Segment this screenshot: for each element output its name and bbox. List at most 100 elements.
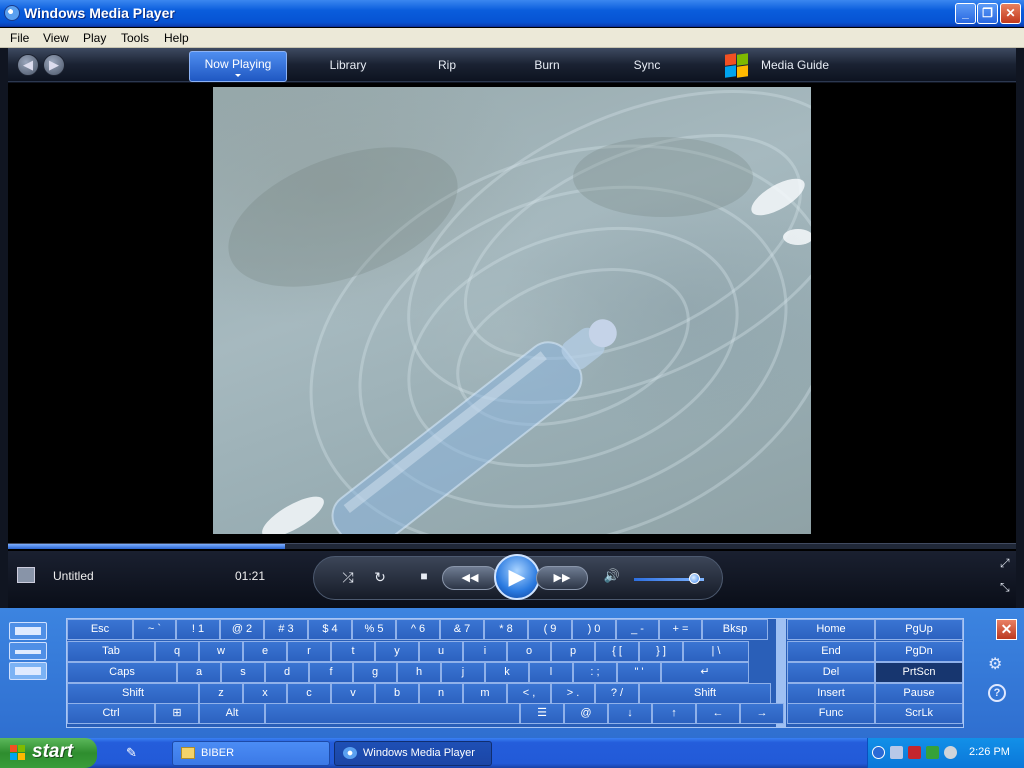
nav-key[interactable]: End (787, 641, 875, 662)
help-icon[interactable]: ? (988, 684, 1006, 702)
key[interactable]: ( 9 (528, 619, 572, 640)
key[interactable]: @ 2 (220, 619, 264, 640)
key[interactable]: d (265, 662, 309, 683)
key[interactable]: b (375, 683, 419, 704)
key[interactable]: Caps (67, 662, 177, 683)
keyboard-layout-compact-icon[interactable] (9, 642, 47, 660)
nav-key[interactable]: Func (787, 703, 875, 724)
key[interactable]: # 3 (264, 619, 308, 640)
key[interactable]: ↓ (608, 703, 652, 724)
key[interactable]: ^ 6 (396, 619, 440, 640)
key[interactable]: ☰ (520, 703, 564, 724)
key[interactable]: w (199, 641, 243, 662)
play-button[interactable]: ▶ (494, 554, 540, 600)
key[interactable]: Bksp (702, 619, 768, 640)
tab-library[interactable]: Library (326, 58, 370, 72)
rewind-button[interactable]: ◀◀ (442, 566, 498, 590)
key[interactable]: v (331, 683, 375, 704)
key[interactable]: y (375, 641, 419, 662)
menu-tools[interactable]: Tools (121, 31, 149, 45)
key[interactable]: & 7 (440, 619, 484, 640)
key[interactable]: ↑ (652, 703, 696, 724)
close-button[interactable]: ✕ (1000, 3, 1021, 24)
key[interactable]: Esc (67, 619, 133, 640)
menu-help[interactable]: Help (164, 31, 189, 45)
pdf-icon[interactable] (908, 746, 921, 759)
volume-knob[interactable] (688, 573, 700, 584)
video-frame[interactable] (213, 87, 811, 534)
key[interactable]: | \ (683, 641, 749, 662)
key[interactable]: a (177, 662, 221, 683)
key[interactable]: Shift (67, 683, 199, 704)
repeat-button[interactable]: ↻ (370, 569, 390, 586)
menu-view[interactable]: View (43, 31, 69, 45)
tray-expand-icon[interactable] (872, 746, 885, 759)
key[interactable]: r (287, 641, 331, 662)
nav-key[interactable]: PrtScn (875, 662, 963, 683)
start-button[interactable]: start (0, 738, 97, 768)
key[interactable]: * 8 (484, 619, 528, 640)
key[interactable]: " ' (617, 662, 661, 683)
tab-now-playing[interactable]: Now Playing (189, 51, 287, 82)
nav-key[interactable]: Del (787, 662, 875, 683)
key[interactable]: { [ (595, 641, 639, 662)
key[interactable]: c (287, 683, 331, 704)
key[interactable]: i (463, 641, 507, 662)
key[interactable]: → (740, 703, 784, 724)
video-area[interactable] (8, 83, 1016, 585)
safely-remove-icon[interactable] (926, 746, 939, 759)
shuffle-button[interactable]: ⤮ (338, 569, 358, 586)
key[interactable]: Tab (67, 641, 155, 662)
mute-button[interactable]: 🔊 (600, 568, 624, 584)
key[interactable]: s (221, 662, 265, 683)
key[interactable]: > . (551, 683, 595, 704)
menu-play[interactable]: Play (83, 31, 106, 45)
forward-button[interactable]: ▶ (43, 54, 65, 76)
key[interactable]: ← (696, 703, 740, 724)
key[interactable]: p (551, 641, 595, 662)
key[interactable]: k (485, 662, 529, 683)
key[interactable]: + = (659, 619, 702, 640)
network-icon[interactable] (890, 746, 903, 759)
key[interactable]: Ctrl (67, 703, 155, 724)
key[interactable]: h (397, 662, 441, 683)
key[interactable]: t (331, 641, 375, 662)
key[interactable]: ~ ` (133, 619, 176, 640)
tab-media-guide[interactable]: Media Guide (760, 58, 830, 72)
taskbar-button-biber[interactable]: BIBER (172, 741, 330, 766)
nav-key[interactable]: ScrLk (875, 703, 963, 724)
key[interactable]: j (441, 662, 485, 683)
stop-button[interactable]: ■ (414, 569, 434, 583)
keyboard-layout-standard-icon[interactable] (9, 662, 47, 680)
key[interactable]: Alt (199, 703, 265, 724)
key[interactable]: % 5 (352, 619, 396, 640)
key[interactable]: z (199, 683, 243, 704)
keyboard-layout-full-icon[interactable] (9, 622, 47, 640)
key[interactable]: n (419, 683, 463, 704)
nav-key[interactable]: PgUp (875, 619, 963, 640)
volume-tray-icon[interactable] (944, 746, 957, 759)
key[interactable]: m (463, 683, 507, 704)
key[interactable]: ⊞ (155, 703, 199, 724)
tab-rip[interactable]: Rip (436, 58, 458, 72)
key[interactable]: } ] (639, 641, 683, 662)
key[interactable]: : ; (573, 662, 617, 683)
fast-forward-button[interactable]: ▶▶ (536, 566, 588, 590)
key[interactable]: o (507, 641, 551, 662)
quick-launch-icon[interactable]: ✎ (126, 745, 142, 761)
key[interactable]: < , (507, 683, 551, 704)
compact-mode-icon[interactable]: ⤡ (1000, 580, 1010, 595)
key[interactable]: f (309, 662, 353, 683)
menu-file[interactable]: File (10, 31, 29, 45)
tab-burn[interactable]: Burn (532, 58, 562, 72)
keyboard-close-button[interactable]: ✕ (996, 619, 1017, 640)
key[interactable]: _ - (616, 619, 659, 640)
key[interactable]: Shift (639, 683, 771, 704)
maximize-button[interactable]: ❐ (977, 3, 998, 24)
key[interactable]: e (243, 641, 287, 662)
full-mode-icon[interactable]: ⤢ (1000, 556, 1010, 571)
key[interactable]: ! 1 (176, 619, 220, 640)
taskbar-button-media-player[interactable]: Windows Media Player (334, 741, 492, 766)
key[interactable] (265, 703, 520, 724)
nav-key[interactable]: Insert (787, 683, 875, 704)
